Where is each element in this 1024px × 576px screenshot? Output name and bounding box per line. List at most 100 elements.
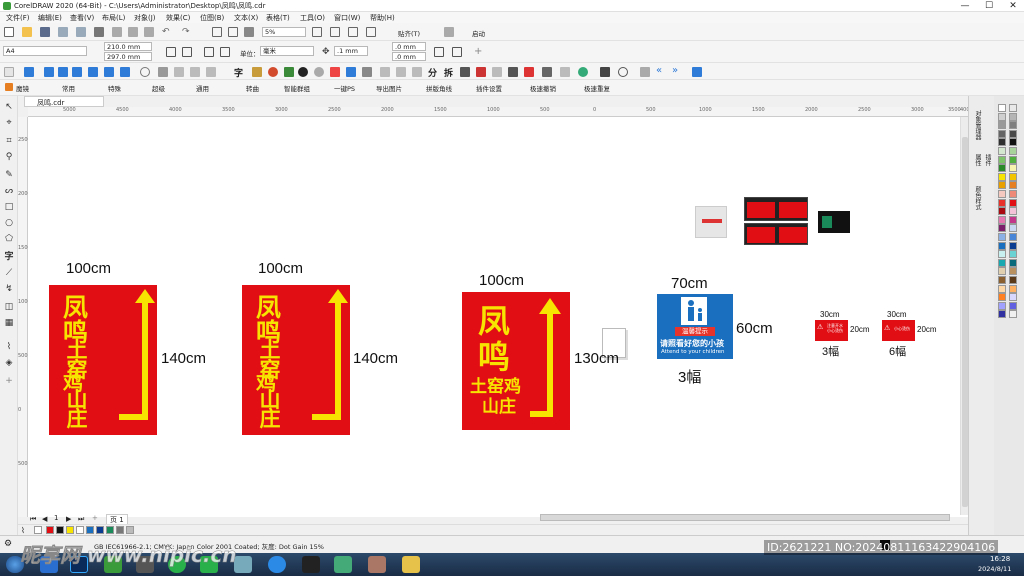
- rectangle-tool-icon[interactable]: □: [4, 202, 14, 212]
- nudge-distance-field[interactable]: .1 mm: [334, 46, 368, 56]
- align-icon[interactable]: [190, 67, 200, 77]
- menu-bitmaps[interactable]: 位图(B): [200, 13, 224, 23]
- swatch-navy[interactable]: [96, 526, 104, 534]
- one-icon[interactable]: [44, 67, 54, 77]
- swatch-green[interactable]: [106, 526, 114, 534]
- app-icon-10[interactable]: [334, 556, 352, 573]
- polygon-tool-icon[interactable]: ⬠: [4, 234, 14, 244]
- palette-swatch[interactable]: [998, 190, 1006, 198]
- prev-page-icon[interactable]: ◀: [42, 515, 47, 523]
- export-icon-2[interactable]: [412, 67, 422, 77]
- horizontal-scrollbar[interactable]: [540, 514, 950, 521]
- menu-effects[interactable]: 效果(C): [166, 13, 190, 23]
- palette-swatch[interactable]: [998, 181, 1006, 190]
- printer-icon[interactable]: [542, 67, 552, 77]
- transparency-icon[interactable]: ▦: [4, 318, 14, 328]
- swatch-black[interactable]: [56, 526, 64, 534]
- palette-swatch[interactable]: [1009, 121, 1017, 130]
- palette-swatch[interactable]: [998, 241, 1006, 250]
- cloud-icon[interactable]: [58, 27, 68, 37]
- menu-help[interactable]: 帮助(H): [370, 13, 395, 23]
- plugin-export-image[interactable]: 导出图片: [376, 83, 402, 93]
- thumbnail-dark[interactable]: [818, 211, 850, 233]
- plugin-special[interactable]: 特殊: [108, 83, 121, 93]
- swatch-red[interactable]: [46, 526, 54, 534]
- palette-swatch[interactable]: [1009, 207, 1017, 216]
- palette-swatch[interactable]: [998, 155, 1006, 164]
- document-tab[interactable]: 凤鸣.cdr: [24, 96, 104, 107]
- crop-tool-icon[interactable]: ⌗: [4, 136, 14, 146]
- palette-swatch[interactable]: [1009, 241, 1017, 250]
- copy-icon[interactable]: [128, 27, 138, 37]
- settings-icon[interactable]: ⚙: [4, 539, 12, 549]
- export-icon[interactable]: [228, 27, 238, 37]
- vertical-scrollbar[interactable]: [960, 117, 968, 515]
- zoom-level-field[interactable]: 5%: [262, 27, 306, 37]
- open-folder-icon[interactable]: [22, 27, 32, 37]
- publish-pdf-icon[interactable]: [244, 27, 254, 37]
- page-background-icon[interactable]: [452, 47, 462, 57]
- thumbnail-gray[interactable]: [695, 206, 727, 238]
- zoom-tool-icon[interactable]: ⚲: [4, 152, 14, 162]
- menu-window[interactable]: 窗口(W): [334, 13, 360, 23]
- plugin-general[interactable]: 通用: [196, 83, 209, 93]
- transform-icon[interactable]: [476, 67, 486, 77]
- thumbnail-warning-1[interactable]: [744, 197, 808, 221]
- small-sign1-panel[interactable]: ⚠ 注意开水 小心烫伤: [815, 320, 848, 341]
- small-sign2-panel[interactable]: ⚠ 小心烫伤: [882, 320, 915, 341]
- kugou-icon[interactable]: [268, 556, 286, 573]
- palette-swatch[interactable]: [998, 121, 1006, 130]
- menu-tools[interactable]: 工具(O): [300, 13, 325, 23]
- drawing-canvas[interactable]: 100cm 凤 鸣 土窑 鸡 山庄 140cm 100cm 凤 鸣 土窑 鸡 山…: [28, 117, 968, 517]
- menu-layout[interactable]: 布局(L): [102, 13, 125, 23]
- interactive-fill-icon[interactable]: ◈: [4, 358, 14, 368]
- palette-swatch[interactable]: [1009, 233, 1017, 241]
- four-icon[interactable]: [88, 67, 98, 77]
- ball-icon[interactable]: [298, 67, 308, 77]
- palette-swatch[interactable]: [998, 258, 1006, 267]
- palette-icon[interactable]: [578, 67, 588, 77]
- pick-tool-icon[interactable]: ↖: [4, 102, 14, 112]
- split-char-icon[interactable]: 分: [428, 66, 438, 79]
- save-icon[interactable]: [40, 27, 50, 37]
- break-char-icon[interactable]: 拆: [444, 66, 454, 79]
- zero-icon[interactable]: [24, 67, 34, 77]
- sign1-red-panel[interactable]: 凤 鸣 土窑 鸡 山庄: [49, 285, 157, 435]
- menu-object[interactable]: 对象(J): [134, 13, 156, 23]
- last-page-icon[interactable]: ⏭: [78, 515, 84, 524]
- palette-swatch[interactable]: [998, 215, 1006, 224]
- palette-swatch[interactable]: [1009, 112, 1017, 121]
- drop-shadow-icon[interactable]: ◫: [4, 302, 14, 312]
- add-page-button[interactable]: +: [92, 514, 98, 522]
- palette-swatch[interactable]: [1009, 164, 1017, 173]
- next-page-icon[interactable]: ▶: [66, 515, 71, 523]
- palette-swatch[interactable]: [998, 172, 1006, 181]
- link-icon[interactable]: [362, 67, 372, 77]
- double-left-icon[interactable]: «: [656, 65, 666, 76]
- palette-swatch[interactable]: [998, 207, 1006, 216]
- print-icon[interactable]: [94, 27, 104, 37]
- text-tool-icon[interactable]: 字: [4, 252, 14, 262]
- swatch-gray[interactable]: [116, 526, 124, 534]
- mark-icon[interactable]: [524, 67, 534, 77]
- palette-swatch[interactable]: [1009, 215, 1017, 224]
- upload-icon[interactable]: [76, 27, 86, 37]
- options-gear-icon[interactable]: [444, 27, 454, 37]
- menu-text[interactable]: 文本(X): [234, 13, 258, 23]
- palette-swatch[interactable]: [1009, 138, 1017, 147]
- plugin-crop-marks[interactable]: 拼版角线: [426, 83, 452, 93]
- table-icon[interactable]: [492, 67, 502, 77]
- palette-swatch[interactable]: [998, 301, 1006, 310]
- palette-swatch[interactable]: [998, 276, 1006, 284]
- page-size-select[interactable]: A4: [3, 46, 87, 56]
- palette-swatch[interactable]: [1009, 267, 1017, 276]
- thumbnail-warning-2[interactable]: [744, 223, 808, 245]
- sign3-red-panel[interactable]: 凤 鸣 土窑鸡 山庄: [462, 292, 570, 430]
- sign2-red-panel[interactable]: 凤 鸣 土窑 鸡 山庄: [242, 285, 350, 435]
- connector-tool-icon[interactable]: ↯: [4, 284, 14, 294]
- palette-swatch[interactable]: [1009, 310, 1017, 319]
- swatch-light-gray[interactable]: [126, 526, 134, 534]
- double-right-icon[interactable]: »: [672, 65, 682, 76]
- plugin-one-click-ps[interactable]: 一键PS: [334, 83, 355, 93]
- show-rulers-icon[interactable]: [330, 27, 340, 37]
